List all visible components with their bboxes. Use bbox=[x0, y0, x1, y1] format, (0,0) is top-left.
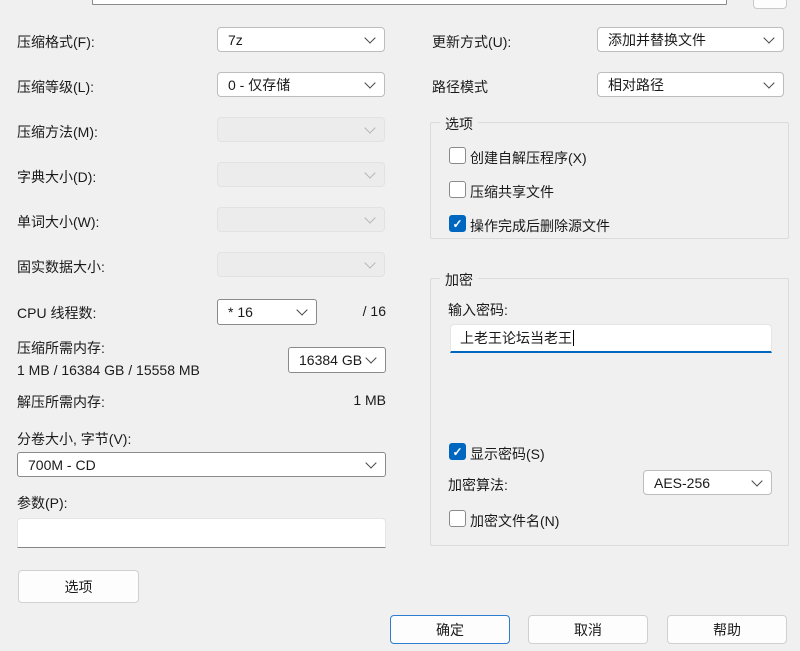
chevron-down-icon bbox=[364, 257, 375, 268]
chevron-down-icon bbox=[763, 77, 774, 88]
cpu-threads-value: * 16 bbox=[228, 304, 253, 320]
level-value: 0 - 仅存储 bbox=[228, 75, 290, 95]
encrypt-names-checkbox[interactable]: ✓ bbox=[449, 510, 466, 527]
path-mode-select[interactable]: 相对路径 bbox=[597, 72, 784, 97]
browse-button[interactable] bbox=[753, 0, 787, 9]
encryption-group-title: 加密 bbox=[440, 270, 478, 290]
volume-size-label: 分卷大小, 字节(V): bbox=[17, 429, 131, 449]
chevron-down-icon bbox=[364, 122, 375, 133]
chevron-down-icon bbox=[364, 212, 375, 223]
delete-after-label[interactable]: 操作完成后删除源文件 bbox=[470, 216, 610, 236]
help-button[interactable]: 帮助 bbox=[667, 615, 787, 644]
check-icon: ✓ bbox=[452, 218, 462, 230]
word-size-label: 单词大小(W): bbox=[17, 212, 99, 232]
text-cursor bbox=[573, 330, 574, 346]
chevron-down-icon bbox=[751, 475, 762, 486]
create-sfx-checkbox[interactable]: ✓ bbox=[449, 147, 466, 164]
cpu-threads-label: CPU 线程数: bbox=[17, 303, 96, 323]
chevron-down-icon bbox=[296, 304, 307, 315]
format-value: 7z bbox=[228, 32, 243, 48]
word-size-select bbox=[217, 207, 385, 232]
options-group-title: 选项 bbox=[440, 114, 478, 134]
solid-block-label: 固实数据大小: bbox=[17, 257, 105, 277]
encrypt-names-label[interactable]: 加密文件名(N) bbox=[470, 511, 559, 531]
method-select bbox=[217, 117, 385, 142]
encryption-method-label: 加密算法: bbox=[448, 475, 508, 495]
format-select[interactable]: 7z bbox=[217, 27, 385, 52]
cancel-button[interactable]: 取消 bbox=[528, 615, 648, 644]
dictionary-size-select bbox=[217, 162, 385, 187]
path-mode-value: 相对路径 bbox=[608, 75, 664, 95]
dictionary-size-label: 字典大小(D): bbox=[17, 167, 96, 187]
add-to-archive-dialog: 压缩格式(F): 7z 压缩等级(L): 0 - 仅存储 压缩方法(M): 字典… bbox=[0, 0, 800, 651]
level-select[interactable]: 0 - 仅存储 bbox=[217, 72, 385, 97]
parameters-label: 参数(P): bbox=[17, 493, 68, 513]
memory-compress-select[interactable]: 16384 GB bbox=[288, 347, 386, 373]
level-label: 压缩等级(L): bbox=[17, 77, 94, 97]
update-mode-value: 添加并替换文件 bbox=[608, 30, 706, 50]
memory-compress-value: 16384 GB bbox=[299, 352, 362, 368]
options-button[interactable]: 选项 bbox=[18, 570, 139, 603]
update-mode-label: 更新方式(U): bbox=[432, 32, 511, 52]
password-input[interactable]: 上老王论坛当老王 bbox=[450, 324, 772, 353]
show-password-checkbox[interactable]: ✓ bbox=[449, 443, 466, 460]
delete-after-checkbox[interactable]: ✓ bbox=[449, 215, 466, 232]
archive-name-input[interactable] bbox=[92, 0, 727, 5]
chevron-down-icon bbox=[763, 32, 774, 43]
method-label: 压缩方法(M): bbox=[17, 122, 98, 142]
chevron-down-icon bbox=[364, 167, 375, 178]
chevron-down-icon bbox=[365, 352, 376, 363]
parameters-input[interactable] bbox=[17, 518, 386, 548]
chevron-down-icon bbox=[364, 32, 375, 43]
memory-compress-label: 压缩所需内存: bbox=[17, 338, 105, 358]
memory-decompress-value: 1 MB bbox=[286, 392, 386, 408]
cpu-threads-select[interactable]: * 16 bbox=[217, 299, 317, 325]
encryption-method-select[interactable]: AES-256 bbox=[643, 470, 772, 495]
memory-decompress-label: 解压所需内存: bbox=[17, 392, 105, 412]
chevron-down-icon bbox=[365, 457, 376, 468]
solid-block-select bbox=[217, 252, 385, 277]
check-icon: ✓ bbox=[452, 446, 462, 458]
create-sfx-label[interactable]: 创建自解压程序(X) bbox=[470, 148, 587, 168]
cpu-threads-max: / 16 bbox=[336, 303, 386, 319]
memory-compress-detail: 1 MB / 16384 GB / 15558 MB bbox=[17, 362, 200, 378]
format-label: 压缩格式(F): bbox=[17, 32, 95, 52]
update-mode-select[interactable]: 添加并替换文件 bbox=[597, 27, 784, 52]
compress-shared-checkbox[interactable]: ✓ bbox=[449, 181, 466, 198]
password-value: 上老王论坛当老王 bbox=[460, 328, 572, 348]
chevron-down-icon bbox=[364, 77, 375, 88]
path-mode-label: 路径模式 bbox=[432, 77, 488, 97]
volume-size-value: 700M - CD bbox=[28, 457, 96, 473]
password-label: 输入密码: bbox=[448, 300, 508, 320]
show-password-label[interactable]: 显示密码(S) bbox=[470, 444, 545, 464]
encryption-method-value: AES-256 bbox=[654, 475, 710, 491]
volume-size-combobox[interactable]: 700M - CD bbox=[17, 452, 386, 477]
compress-shared-label[interactable]: 压缩共享文件 bbox=[470, 182, 554, 202]
ok-button[interactable]: 确定 bbox=[390, 615, 510, 644]
